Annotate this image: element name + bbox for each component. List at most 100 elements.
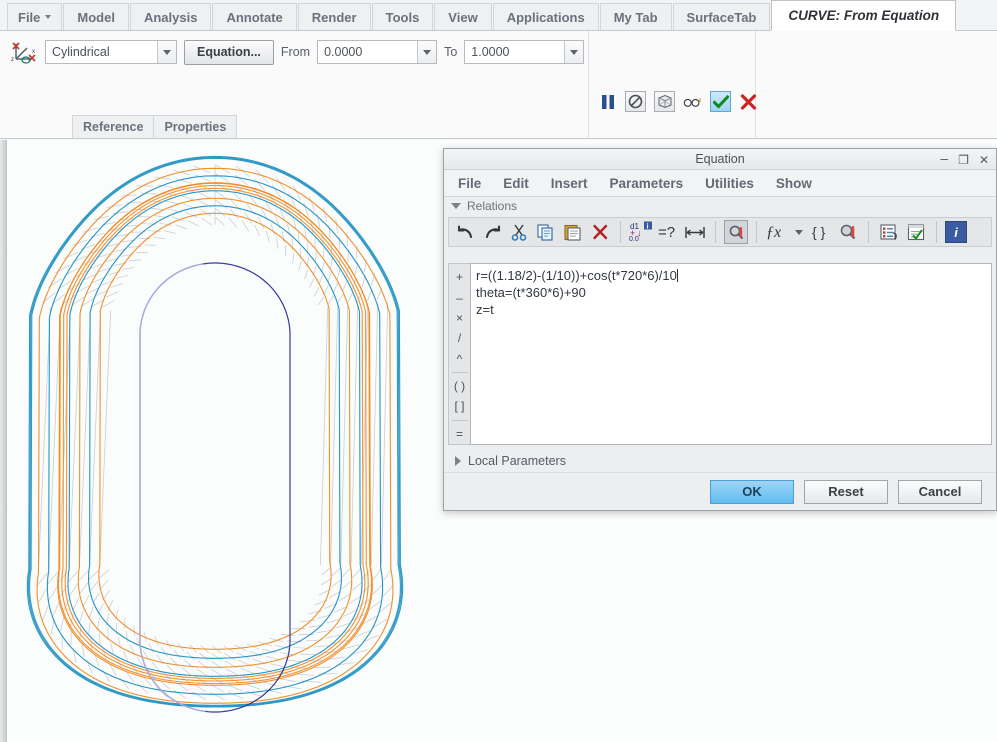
- cancel-button[interactable]: Cancel: [898, 479, 982, 504]
- relation-list-icon[interactable]: [877, 220, 901, 244]
- paste-icon[interactable]: [561, 220, 585, 244]
- verify-relations-icon[interactable]: [904, 220, 928, 244]
- tab-annotate[interactable]: Annotate: [212, 3, 297, 30]
- tab-surface-tab[interactable]: SurfaceTab: [672, 3, 771, 30]
- tab-tools[interactable]: Tools: [371, 3, 434, 30]
- insert-braces-icon[interactable]: { }: [809, 220, 833, 244]
- menu-utilities[interactable]: Utilities: [705, 176, 754, 191]
- parameter-precision-icon[interactable]: d1 0.0 + ↓ i: [629, 220, 653, 244]
- relations-edit-area: + – × / ^ ( ) [ ] = r=((1.18/2)-(1/10))+…: [448, 263, 992, 588]
- tab-curve-from-equation-label: CURVE: From Equation: [788, 8, 940, 23]
- from-dropdown-arrow[interactable]: [417, 41, 437, 63]
- relation-line: theta=(t*360*6)+90: [476, 285, 586, 300]
- coordinate-type-select[interactable]: Cylindrical: [45, 40, 177, 64]
- tab-model-label: Model: [77, 9, 115, 25]
- tab-render[interactable]: Render: [297, 3, 371, 30]
- cube-preview-icon[interactable]: [654, 91, 675, 112]
- sub-tab-properties-label: Properties: [164, 120, 227, 134]
- undo-icon[interactable]: [453, 220, 477, 244]
- to-label: To: [444, 45, 458, 59]
- operator-separator: [451, 419, 468, 421]
- relations-section-label: Relations: [467, 199, 518, 213]
- fx-dropdown-icon[interactable]: [792, 220, 806, 244]
- accept-check-icon[interactable]: [710, 91, 731, 112]
- pause-icon[interactable]: [598, 92, 617, 111]
- local-parameters-section-header[interactable]: Local Parameters: [448, 452, 992, 470]
- equation-dialog: Equation – ❐ ✕ File Edit Insert Paramete…: [443, 148, 997, 511]
- info-icon[interactable]: i: [945, 221, 967, 243]
- no-preview-icon[interactable]: [625, 91, 646, 112]
- multiply-operator[interactable]: ×: [450, 308, 470, 328]
- dialog-title: Equation: [695, 152, 745, 166]
- toolbar-separator: [620, 221, 621, 243]
- menu-edit[interactable]: Edit: [503, 176, 529, 191]
- relations-section-header[interactable]: Relations: [444, 197, 996, 215]
- minimize-icon[interactable]: –: [940, 151, 948, 165]
- from-input[interactable]: 0.0000: [317, 40, 438, 64]
- evaluate-equals-question-icon[interactable]: =?: [656, 220, 680, 244]
- menu-insert[interactable]: Insert: [551, 176, 588, 191]
- copy-icon[interactable]: [534, 220, 558, 244]
- power-operator[interactable]: ^: [450, 349, 470, 369]
- menu-parameters[interactable]: Parameters: [610, 176, 684, 191]
- ribbon-divider-2: [755, 31, 756, 138]
- coordinate-type-dropdown-arrow[interactable]: [157, 41, 176, 63]
- chevron-down-icon: [795, 229, 803, 235]
- svg-text:i: i: [647, 222, 649, 231]
- reset-button[interactable]: Reset: [804, 479, 888, 504]
- minus-operator[interactable]: –: [450, 287, 470, 307]
- chevron-down-icon: [423, 49, 432, 55]
- svg-text:=?: =?: [658, 224, 675, 241]
- cut-scissors-icon[interactable]: [507, 220, 531, 244]
- tab-applications[interactable]: Applications: [492, 3, 599, 30]
- search-relations-icon[interactable]: [724, 220, 748, 244]
- to-dropdown-arrow[interactable]: [564, 41, 584, 63]
- toolbar-separator: [936, 221, 937, 243]
- sub-tab-reference[interactable]: Reference: [72, 115, 155, 138]
- menu-file[interactable]: File: [458, 176, 481, 191]
- measure-span-icon[interactable]: [683, 220, 707, 244]
- to-input[interactable]: 1.0000: [464, 40, 585, 64]
- tab-annotate-label: Annotate: [226, 9, 283, 25]
- brackets-operator[interactable]: [ ]: [450, 396, 470, 416]
- relation-line: z=t: [476, 302, 494, 317]
- close-icon[interactable]: ✕: [979, 154, 989, 166]
- parentheses-operator[interactable]: ( ): [450, 376, 470, 396]
- ok-button[interactable]: OK: [710, 479, 794, 504]
- from-label: From: [280, 45, 311, 59]
- plus-operator[interactable]: +: [450, 267, 470, 287]
- tab-model[interactable]: Model: [63, 3, 129, 30]
- toolbar-separator: [868, 221, 869, 243]
- tab-render-label: Render: [311, 9, 357, 25]
- chevron-down-icon: [163, 49, 171, 55]
- toolbar-separator: [756, 221, 757, 243]
- tab-curve-from-equation[interactable]: CURVE: From Equation: [771, 0, 957, 31]
- dialog-title-bar[interactable]: Equation – ❐ ✕: [444, 149, 996, 170]
- operator-separator: [451, 371, 468, 373]
- redo-icon[interactable]: [480, 220, 504, 244]
- relation-line-text: r=((1.18/2)-(1/10))+cos(t*720*6)/10: [476, 268, 677, 283]
- divide-operator[interactable]: /: [450, 328, 470, 348]
- equation-button[interactable]: Equation...: [184, 39, 274, 65]
- tab-view[interactable]: View: [434, 3, 492, 30]
- dialog-footer: OK Reset Cancel: [444, 472, 996, 510]
- delete-x-icon[interactable]: [588, 220, 612, 244]
- menu-show[interactable]: Show: [776, 176, 812, 191]
- sub-tab-properties[interactable]: Properties: [153, 115, 238, 138]
- maximize-icon[interactable]: ❐: [958, 154, 969, 166]
- glasses-icon[interactable]: [683, 92, 702, 111]
- relations-text-input[interactable]: r=((1.18/2)-(1/10))+cos(t*720*6)/10 thet…: [470, 263, 992, 445]
- tab-file[interactable]: File: [7, 3, 63, 30]
- tab-file-label: File: [18, 9, 41, 25]
- chevron-right-icon: [455, 456, 461, 466]
- find-unit-icon[interactable]: [836, 220, 860, 244]
- toolbar-group-search: [720, 219, 752, 245]
- equals-operator[interactable]: =: [450, 424, 470, 444]
- tab-analysis[interactable]: Analysis: [129, 3, 212, 30]
- tab-tools-label: Tools: [385, 9, 420, 25]
- cancel-x-icon[interactable]: [739, 92, 758, 111]
- function-fx-icon[interactable]: ƒx: [765, 220, 789, 244]
- tab-analysis-label: Analysis: [143, 9, 198, 25]
- dialog-menu-bar: File Edit Insert Parameters Utilities Sh…: [444, 170, 996, 197]
- tab-my-tab[interactable]: My Tab: [599, 3, 672, 30]
